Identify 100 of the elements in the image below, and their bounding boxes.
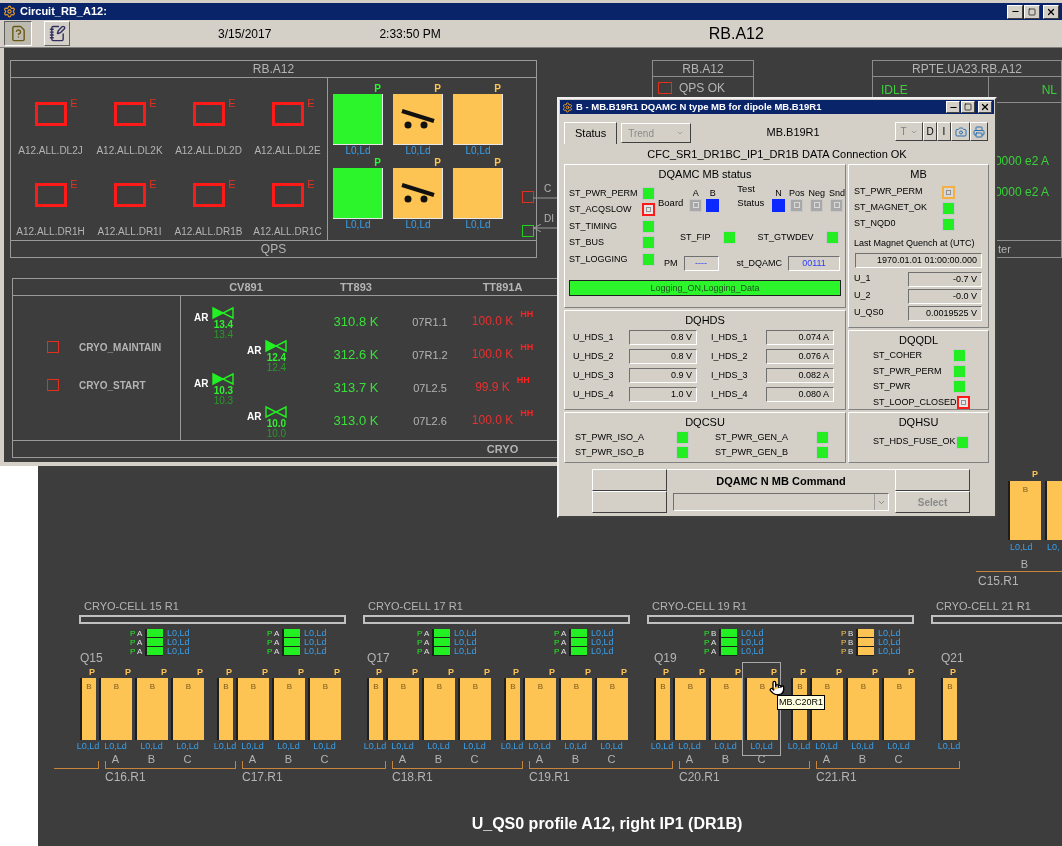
value-field: 0.9 V	[629, 368, 697, 383]
indicator-status: L0,Ld	[167, 638, 190, 647]
reading-label: U_HDS_1	[573, 330, 615, 344]
indicator-status: L0,Ld	[741, 629, 764, 638]
signal-label: ST_PWR_GEN_B	[715, 445, 789, 459]
switch-label: A12.ALL.DR1H	[16, 225, 85, 239]
power-label: P	[1032, 469, 1038, 479]
magnet-letter: B	[434, 753, 443, 766]
error-label: E	[149, 177, 157, 192]
power-label: P	[841, 629, 847, 638]
power-label: P	[484, 667, 490, 677]
board-letter: A	[424, 629, 431, 638]
magnet-status: L0,Ld	[463, 741, 486, 751]
valve-setpoint: 13.4	[213, 330, 234, 340]
magnet-status: L0,Ld	[464, 145, 492, 157]
error-label: E	[228, 96, 236, 111]
power-label: P	[197, 667, 203, 677]
switch-label: A12.ALL.DL2K	[96, 144, 163, 158]
magnet-letter: A	[685, 753, 694, 766]
valve-mode: AR	[247, 344, 262, 358]
signal-label: ST_PWR_ISO_A	[575, 430, 645, 444]
power-label: P	[836, 667, 842, 677]
temperature-value: 100.0 K	[471, 412, 514, 429]
magnet-label: B	[510, 682, 516, 693]
power-label: P	[549, 667, 555, 677]
channel-label: Pos	[788, 187, 805, 198]
power-label: P	[554, 638, 560, 647]
power-label: P	[448, 667, 454, 677]
magnet-status: L0,Ld	[313, 741, 336, 751]
magnet-letter: C	[320, 753, 329, 766]
magnet-label: B	[1022, 485, 1029, 496]
power-label: P	[374, 158, 381, 168]
power-label: P	[621, 667, 627, 677]
board-letter: A	[274, 629, 281, 638]
magnet-letter: A	[535, 753, 544, 766]
board-letter: A	[561, 647, 568, 656]
cell-label: C17.R1	[242, 771, 284, 784]
board-letter: B	[848, 647, 855, 656]
board-letter: B	[848, 638, 855, 647]
magnet-label: B	[537, 682, 544, 693]
magnet-status: L0,Ld	[500, 741, 524, 751]
value-field: 0.082 A	[766, 368, 834, 383]
switch-label: A12.ALL.DL2D	[175, 144, 242, 158]
sensor-label: 07R1.2	[411, 348, 449, 363]
power-label: P	[412, 667, 418, 677]
reading-label: U_HDS_4	[573, 387, 615, 401]
signal-label: ST_FIP	[680, 230, 711, 244]
valve-mode: AR	[194, 311, 209, 325]
valve-setpoint: 10.0	[266, 429, 287, 439]
signal-label: ST_PWR	[873, 380, 911, 393]
power-label: P	[950, 667, 956, 677]
power-label: P	[161, 667, 167, 677]
group-label: Board	[658, 196, 684, 211]
switch-label: A12.ALL.DL2E	[254, 144, 321, 158]
magnet-status: L0,Ld	[391, 741, 414, 751]
dialog-title: B - MB.B19R1 DQAMC N type MB for dipole MB.B19R1	[576, 99, 822, 114]
panel-title: RB.A12	[653, 61, 753, 77]
magnet-letter: B	[1020, 558, 1029, 570]
power-label: P	[125, 667, 131, 677]
switch-label: A12.ALL.DR1B	[174, 225, 243, 239]
power-label: P	[89, 667, 95, 677]
power-label: P	[908, 667, 914, 677]
window-title: Circuit_RB_A12:	[20, 4, 107, 20]
indicator-status: L0,Ld	[878, 647, 901, 656]
temperature-value: 99.9 K	[475, 379, 510, 396]
sensor-label: 07R1.1	[411, 315, 449, 330]
magnet-status: L0,Ld	[564, 741, 587, 751]
cryo-cell-label: CRYO-CELL 21 R1	[936, 600, 1032, 612]
panel-footer: CRYO	[459, 441, 546, 457]
signal-label: ST_MAGNET_OK	[854, 201, 927, 215]
error-label: E	[228, 177, 236, 192]
indicator-status: L0,Ld	[878, 629, 901, 638]
connection-status: CFC_SR1_DR1BC_IP1_DR1B DATA Connection OK	[646, 147, 908, 162]
panel-title: RPTE.UA23.RB.A12	[873, 61, 1061, 77]
power-label: P	[494, 158, 501, 168]
reading-label: U_1	[854, 272, 871, 286]
power-label: P	[262, 667, 268, 677]
magnet-letter: C	[183, 753, 192, 766]
magnet-letter: B	[571, 753, 580, 766]
signal-label: ST_BUS	[569, 236, 604, 249]
column-header: TT893	[339, 280, 373, 295]
magnet-label: B	[472, 682, 479, 693]
channel-label: Snd	[829, 187, 845, 198]
indicator-status: L0,Ld	[454, 629, 477, 638]
channel-label: B	[709, 187, 716, 198]
reading-label: U_HDS_3	[573, 368, 615, 382]
value-field: -0.7 V	[908, 271, 982, 287]
magnet-status: L0,Ld	[404, 145, 432, 157]
power-label: P	[130, 638, 136, 647]
magnet-label: B	[573, 682, 580, 693]
power-label: P	[130, 647, 136, 656]
temperature-value: 100.0 K	[471, 346, 514, 363]
magnet-label: B	[113, 682, 120, 693]
power-label: P	[434, 158, 441, 168]
power-label: P	[554, 647, 560, 656]
board-letter: B	[711, 629, 718, 638]
magnet-status: L0,Ld	[427, 741, 450, 751]
magnet-label: B	[373, 682, 379, 693]
cryo-cell-label: CRYO-CELL 17 R1	[368, 600, 464, 612]
value-field: 0.8 V	[629, 349, 697, 364]
